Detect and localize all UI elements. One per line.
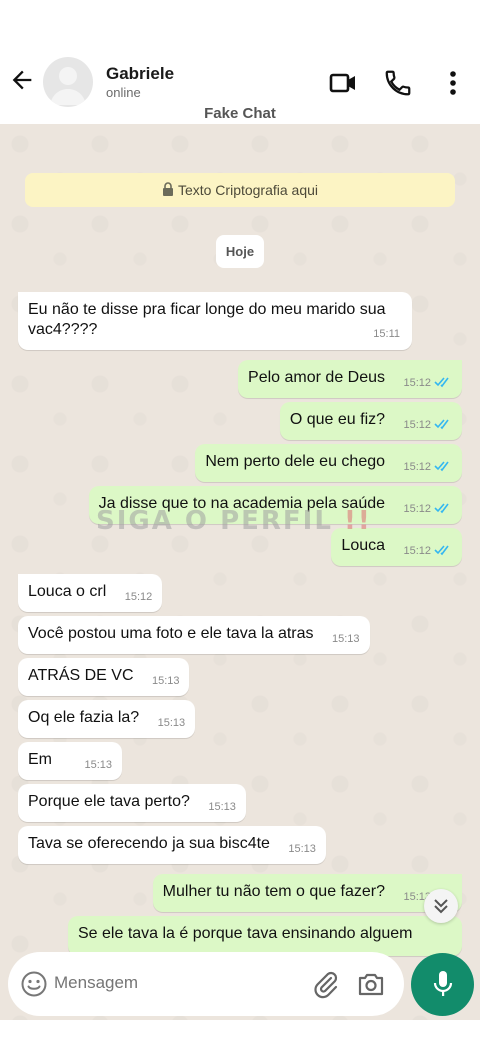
message-time-text: 15:12 — [403, 503, 431, 515]
message-bubble[interactable]: Oq ele fazia la? 15:13 — [18, 700, 196, 738]
message-text: Nem perto dele eu chego — [205, 453, 386, 470]
double-check-icon — [434, 461, 449, 472]
message-bubble[interactable]: Mulher tu não tem o que fazer? 15:13 — [152, 874, 462, 912]
message-time: 15:12 — [403, 457, 452, 477]
scroll-to-bottom-button[interactable] — [424, 889, 458, 923]
chevron-double-down-icon — [434, 899, 448, 914]
message-time-text: 15:12 — [403, 377, 431, 389]
attach-icon[interactable] — [311, 969, 339, 999]
encryption-notice-text: Texto Criptografia aqui — [177, 182, 319, 198]
chat-area[interactable]: Texto Criptografia aqui Hoje Eu não te d… — [0, 124, 480, 1020]
message-text: Eu não te disse pra ficar longe do meu m… — [28, 301, 386, 338]
message-bubble[interactable]: Tava se oferecendo ja sua bisc4te 15:13 — [18, 826, 326, 864]
video-call-icon[interactable] — [328, 68, 358, 98]
message-text: ATRÁS DE VC — [28, 667, 134, 684]
phone-icon[interactable] — [383, 68, 413, 98]
message-time-text: 15:12 — [403, 545, 431, 557]
message-text: Pelo amor de Deus — [248, 369, 386, 386]
message-bubble[interactable]: Porque ele tava perto? 15:13 — [18, 784, 246, 822]
double-check-icon — [434, 419, 449, 430]
message-time: 15:11 — [373, 328, 400, 340]
watermark-text: SIGA O PERFIL — [96, 506, 333, 536]
message-text: Se ele tava la é porque tava ensinando a… — [78, 925, 413, 942]
message-time: 15:12 — [403, 541, 452, 561]
message-text: Oq ele fazia la? — [28, 709, 140, 726]
date-chip: Hoje — [216, 235, 264, 268]
bottom-strip — [0, 1020, 480, 1040]
message-time: 15:12 — [403, 415, 452, 435]
message-time: 15:13 — [84, 759, 112, 771]
message-text: O que eu fiz? — [289, 411, 386, 428]
message-bubble[interactable]: Louca o crl 15:12 — [18, 574, 163, 612]
message-bubble[interactable]: Você postou uma foto e ele tava la atras… — [18, 616, 370, 654]
watermark: SIGA O PERFIL !! — [96, 506, 372, 536]
double-check-icon — [434, 377, 449, 388]
message-bubble[interactable]: Eu não te disse pra ficar longe do meu m… — [18, 292, 412, 350]
message-time: 15:13 — [331, 633, 360, 645]
message-bubble[interactable]: Pelo amor de Deus 15:12 — [238, 360, 462, 398]
message-bubble[interactable]: Nem perto dele eu chego 15:12 — [195, 444, 462, 482]
message-text: Louca o crl — [28, 583, 107, 600]
watermark-suffix: !! — [343, 506, 372, 536]
double-check-icon — [434, 545, 449, 556]
avatar-placeholder-icon — [50, 67, 86, 105]
message-bubble[interactable]: ATRÁS DE VC 15:13 — [18, 658, 190, 696]
message-text: Em — [28, 751, 52, 768]
lock-icon — [162, 182, 173, 196]
chat-header: Gabriele online Fake Chat — [0, 0, 480, 124]
message-bubble[interactable]: Em 15:13 — [18, 742, 122, 780]
avatar[interactable] — [43, 57, 93, 107]
message-bubble[interactable]: O que eu fiz? 15:12 — [279, 402, 462, 440]
message-time: 15:13 — [157, 717, 186, 729]
voice-message-button[interactable] — [411, 953, 474, 1016]
message-time-text: 15:12 — [403, 419, 431, 431]
message-text: Porque ele tava perto? — [28, 793, 190, 810]
message-text: Tava se oferecendo ja sua bisc4te — [28, 835, 270, 852]
chat-subtitle: Fake Chat — [204, 105, 276, 122]
message-composer — [8, 952, 404, 1016]
mic-icon — [433, 971, 453, 996]
back-arrow-icon[interactable] — [8, 66, 36, 94]
message-time: 15:12 — [403, 373, 452, 393]
encryption-notice[interactable]: Texto Criptografia aqui — [25, 173, 455, 207]
message-time: 15:13 — [208, 801, 236, 813]
message-time: 15:13 — [288, 843, 316, 855]
message-text: Mulher tu não tem o que fazer? — [162, 883, 386, 900]
message-bubble[interactable]: Se ele tava la é porque tava ensinando a… — [68, 916, 462, 956]
emoji-icon[interactable] — [20, 970, 48, 998]
message-time: 15:12 — [403, 499, 452, 519]
message-time-text: 15:12 — [403, 461, 431, 473]
contact-name[interactable]: Gabriele — [106, 64, 174, 84]
message-time: 15:13 — [151, 675, 180, 687]
double-check-icon — [434, 503, 449, 514]
message-text: Você postou uma foto e ele tava la atras — [28, 625, 314, 642]
more-vert-icon[interactable] — [438, 68, 468, 98]
camera-icon[interactable] — [356, 969, 386, 999]
message-text: Louca — [341, 537, 386, 554]
contact-status: online — [106, 85, 141, 100]
message-time: 15:12 — [124, 591, 153, 603]
message-input[interactable] — [54, 973, 254, 993]
